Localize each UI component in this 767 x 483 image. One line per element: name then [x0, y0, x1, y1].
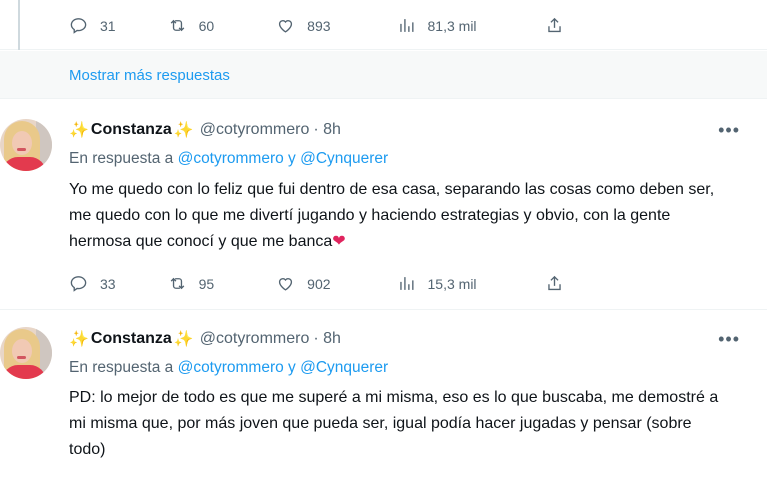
reply-button[interactable]: 31: [69, 16, 116, 35]
retweet-icon: [170, 19, 184, 32]
display-name[interactable]: Constanza: [91, 330, 172, 348]
reply-mentions[interactable]: @cotyrommero y @Cynquerer: [178, 359, 389, 376]
previous-tweet-actions: 31 60 893 81,3 mil: [0, 0, 767, 50]
sparkle-emoji: ✨: [173, 122, 194, 139]
share-icon: [547, 275, 561, 291]
views-count: 15,3 mil: [427, 275, 477, 292]
tweet-body: PD: lo mejor de todo es que me superé a …: [69, 389, 719, 458]
display-name[interactable]: Constanza: [91, 121, 172, 139]
reply-count: 31: [100, 17, 116, 34]
show-more-replies-link[interactable]: Mostrar más respuestas: [69, 67, 230, 84]
tweet[interactable]: ✨ Constanza ✨ @cotyrommero · 8h ••• En r…: [0, 311, 767, 483]
tweet-text: PD: lo mejor de todo es que me superé a …: [69, 385, 729, 463]
reply-prefix: En respuesta a: [69, 359, 174, 376]
share-button[interactable]: [545, 16, 564, 35]
sparkle-emoji: ✨: [69, 122, 89, 139]
reply-icon: [70, 18, 87, 34]
like-count: 902: [307, 275, 331, 292]
retweet-count: 95: [198, 275, 215, 292]
reply-prefix: En respuesta a: [69, 150, 174, 167]
like-button[interactable]: 902: [276, 274, 331, 293]
sparkle-emoji: ✨: [69, 331, 89, 348]
views-icon: [399, 277, 414, 290]
retweet-count: 60: [198, 17, 215, 34]
like-icon: [279, 20, 293, 33]
action-bar: 31 60 893 81,3 mil: [69, 16, 564, 35]
views-button[interactable]: 15,3 mil: [397, 274, 477, 293]
reply-icon: [70, 276, 87, 292]
reply-context: En respuesta a @cotyrommero y @Cynquerer: [69, 359, 388, 377]
avatar[interactable]: [0, 327, 52, 379]
user-handle[interactable]: @cotyrommero: [200, 121, 310, 139]
user-handle[interactable]: @cotyrommero: [200, 330, 310, 348]
retweet-button[interactable]: 60: [168, 16, 215, 35]
tweet-body: Yo me quedo con lo feliz que fui dentro …: [69, 181, 715, 250]
heart-emoji: ❤: [332, 233, 346, 250]
share-icon: [547, 17, 561, 33]
retweet-button[interactable]: 95: [168, 274, 215, 293]
tweet-header: ✨ Constanza ✨ @cotyrommero · 8h: [69, 329, 341, 349]
reply-mentions[interactable]: @cotyrommero y @Cynquerer: [178, 150, 389, 167]
tweet[interactable]: ✨ Constanza ✨ @cotyrommero · 8h ••• En r…: [0, 100, 767, 310]
more-icon[interactable]: •••: [718, 120, 740, 141]
more-icon[interactable]: •••: [718, 329, 740, 350]
like-button[interactable]: 893: [276, 16, 331, 35]
thread-line: [18, 0, 20, 50]
like-icon: [279, 278, 293, 291]
views-count: 81,3 mil: [427, 17, 477, 34]
tweet-header: ✨ Constanza ✨ @cotyrommero · 8h: [69, 120, 341, 140]
like-count: 893: [307, 17, 331, 34]
reply-context: En respuesta a @cotyrommero y @Cynquerer: [69, 150, 388, 168]
sparkle-emoji: ✨: [173, 331, 194, 348]
share-button[interactable]: [545, 274, 564, 293]
avatar[interactable]: [0, 119, 52, 171]
timestamp[interactable]: · 8h: [313, 121, 341, 139]
show-more-row[interactable]: Mostrar más respuestas: [0, 51, 767, 99]
reply-button[interactable]: 33: [69, 274, 116, 293]
retweet-icon: [170, 277, 184, 290]
reply-count: 33: [100, 275, 116, 292]
action-bar: 33 95 902 15,3 mil: [69, 274, 564, 293]
views-button[interactable]: 81,3 mil: [397, 16, 477, 35]
tweet-text: Yo me quedo con lo feliz que fui dentro …: [69, 177, 729, 255]
timestamp[interactable]: · 8h: [313, 330, 341, 348]
views-icon: [399, 19, 414, 32]
